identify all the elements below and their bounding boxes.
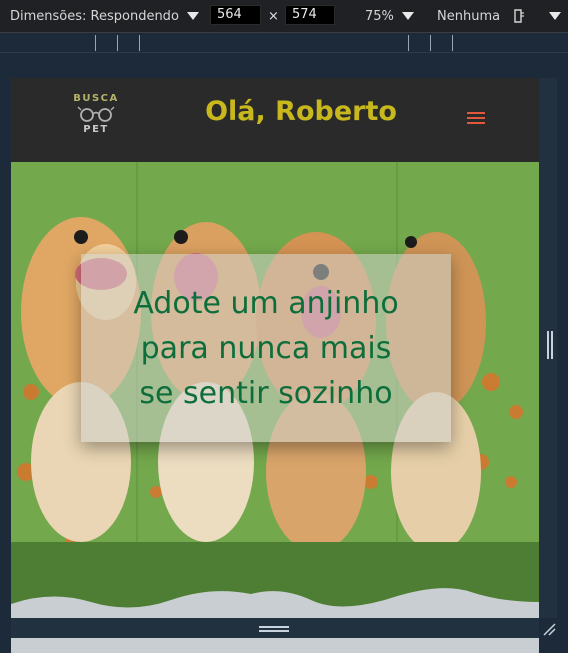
logo-text-pet: PET xyxy=(83,124,109,135)
ruler-tick xyxy=(452,35,453,51)
rotate-icon xyxy=(514,9,524,23)
rotate-button[interactable] xyxy=(512,0,526,32)
ruler-tick xyxy=(117,35,118,51)
more-options-button[interactable] xyxy=(549,0,561,32)
logo-text-busca: BUSCA xyxy=(73,93,119,104)
hamburger-menu-icon[interactable] xyxy=(467,112,485,126)
media-query-ruler xyxy=(0,33,568,53)
ruler-tick xyxy=(408,35,409,51)
width-input[interactable]: 564 xyxy=(210,5,261,25)
hero-line-2: para nunca mais xyxy=(140,330,392,366)
times-separator: × xyxy=(268,8,279,24)
chevron-down-icon xyxy=(549,12,561,20)
ruler-tick xyxy=(95,35,96,51)
ruler-tick xyxy=(430,35,431,51)
paw-glasses-icon xyxy=(77,106,115,122)
grip-icon xyxy=(547,331,549,359)
chevron-down-icon xyxy=(186,12,199,20)
grip-icon xyxy=(259,626,289,628)
hero-section: Adote um anjinho para nunca mais se sent… xyxy=(11,162,539,618)
throttling-dropdown[interactable]: Nenhuma xyxy=(437,0,500,32)
resize-handle-bottom[interactable] xyxy=(11,618,539,638)
zoom-dropdown[interactable]: 75% xyxy=(365,0,414,32)
busca-pet-logo[interactable]: BUSCA PET xyxy=(69,93,123,135)
zoom-label: 75% xyxy=(365,8,394,24)
hero-message: Adote um anjinho para nunca mais se sent… xyxy=(133,281,398,416)
hero-line-1: Adote um anjinho xyxy=(133,285,399,321)
hero-line-3: se sentir sozinho xyxy=(139,375,393,411)
hero-message-card: Adote um anjinho para nunca mais se sent… xyxy=(81,254,451,442)
dimensions-dropdown[interactable]: Dimensões: Respondendo xyxy=(10,0,199,32)
site-header: BUSCA PET Olá, Roberto xyxy=(11,78,539,162)
device-frame: BUSCA PET Olá, Roberto Adote um anjinho … xyxy=(0,53,568,653)
dimensions-label: Dimensões: Respondendo xyxy=(10,8,179,24)
resize-corner-icon[interactable] xyxy=(541,621,557,637)
resize-handle-right[interactable] xyxy=(539,78,557,618)
emulated-viewport: BUSCA PET Olá, Roberto Adote um anjinho … xyxy=(11,78,539,653)
height-input[interactable]: 574 xyxy=(285,5,335,25)
devtools-device-toolbar: Dimensões: Respondendo 564 × 574 75% Nen… xyxy=(0,0,568,33)
chevron-down-icon xyxy=(401,12,414,20)
ruler-tick xyxy=(139,35,140,51)
throttling-label: Nenhuma xyxy=(437,8,501,24)
hero-bottom-wave xyxy=(11,588,539,618)
greeting-title: Olá, Roberto xyxy=(205,96,397,127)
